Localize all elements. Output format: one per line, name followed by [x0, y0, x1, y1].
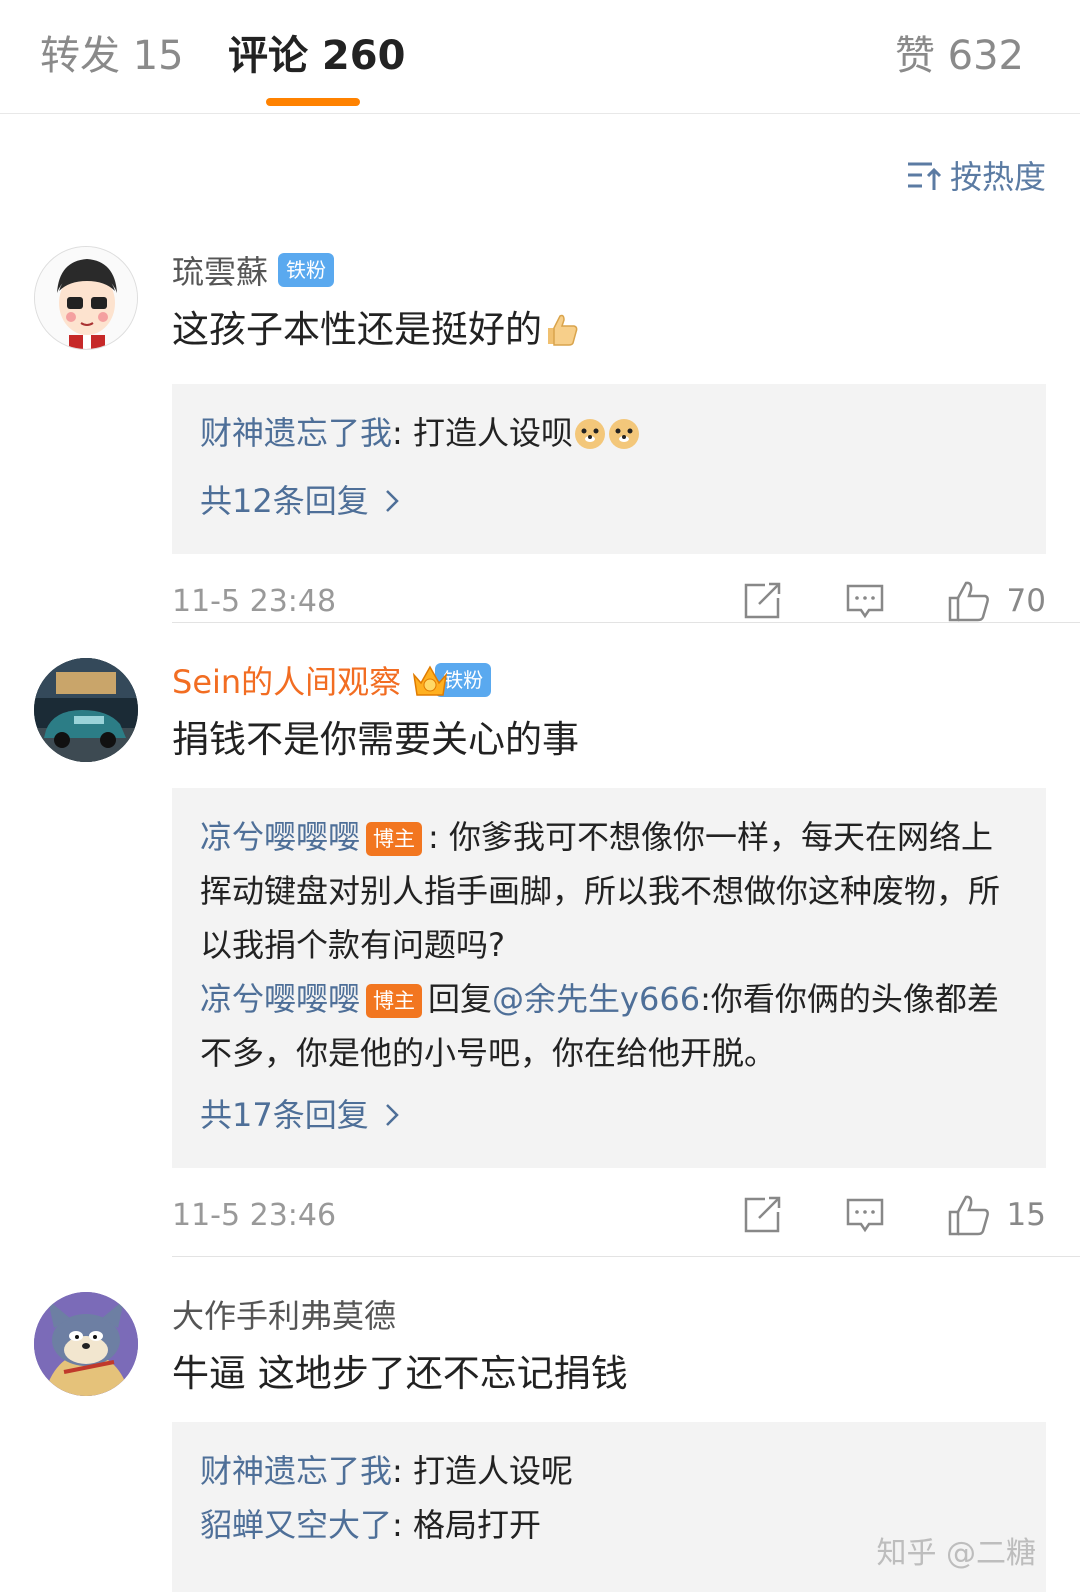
- watermark: 知乎 @二糖: [876, 1536, 1036, 1571]
- tab-like[interactable]: 赞 632: [895, 30, 1024, 82]
- reply-to-label: 回复: [428, 980, 493, 1018]
- username[interactable]: 大作手利弗莫德: [172, 1291, 396, 1337]
- reply-line: 凉兮嘤嘤嘤 博主 回复@余先生y666:你看你俩的头像都差不多，你是他的小号吧，你在…: [200, 972, 1018, 1080]
- chevron-right-icon: [385, 1104, 399, 1126]
- sort-label: 按热度: [949, 158, 1046, 196]
- chevron-right-icon: [385, 490, 399, 512]
- reply-username[interactable]: 财神遗忘了我: [200, 414, 392, 452]
- fan-badge: 铁粉: [278, 253, 335, 287]
- thumbs-up-emoji-icon: [542, 310, 580, 362]
- reply-line: 财神遗忘了我: 打造人设呗: [200, 406, 1018, 466]
- like-button[interactable]: 70: [947, 580, 1046, 622]
- replies-count-label: 共17条回复: [200, 1096, 369, 1134]
- username[interactable]: Sein的人间观察: [172, 657, 401, 703]
- comment-text: 这孩子本性还是挺好的: [172, 304, 1046, 362]
- like-count: 15: [1006, 1197, 1046, 1233]
- like-button[interactable]: 15: [947, 1194, 1046, 1236]
- replies-count-label: 共12条回复: [200, 482, 369, 520]
- comment-time: 11-5 23:46: [172, 1197, 337, 1233]
- sort-by-hot-button[interactable]: 按热度: [906, 152, 1046, 198]
- comment-body: Sein的人间观察 铁粉 捐钱不是你需要关心的事 凉兮嘤嘤嘤 博主: 你爹我可不想…: [172, 656, 1046, 1260]
- comment-text: 捐钱不是你需要关心的事: [172, 718, 579, 761]
- reply-line: 凉兮嘤嘤嘤 博主: 你爹我可不想像你一样，每天在网络上挥动键盘对别人指手画脚，所以…: [200, 810, 1018, 972]
- reply-text: : 打造人设呢: [392, 1452, 573, 1490]
- crown-icon: [411, 663, 448, 697]
- reply-comment-icon[interactable]: [845, 1196, 885, 1234]
- comment-meta: 11-5 23:48 70: [172, 556, 1046, 646]
- comment-time: 11-5 23:48: [172, 583, 337, 619]
- sort-icon: [907, 162, 942, 190]
- reply-username[interactable]: 貂蝉又空大了: [200, 1506, 392, 1544]
- tab-comment[interactable]: 评论 260: [228, 30, 405, 82]
- tab-repost[interactable]: 转发 15: [40, 30, 184, 82]
- divider: [172, 622, 1080, 623]
- host-badge: 博主: [366, 822, 423, 856]
- share-icon[interactable]: [743, 1196, 783, 1234]
- reply-preview-box[interactable]: 财神遗忘了我: 打造人设呗 共12条回复: [172, 384, 1046, 554]
- avatar[interactable]: [34, 246, 138, 350]
- reply-preview-box[interactable]: 凉兮嘤嘤嘤 博主: 你爹我可不想像你一样，每天在网络上挥动键盘对别人指手画脚，所以…: [172, 788, 1046, 1168]
- share-icon[interactable]: [743, 582, 783, 620]
- reply-username[interactable]: 财神遗忘了我: [200, 1452, 392, 1490]
- avatar[interactable]: [34, 658, 138, 762]
- reply-text: : 打造人设呗: [392, 414, 573, 452]
- view-all-replies-link[interactable]: 共17条回复: [200, 1088, 1018, 1142]
- reply-username[interactable]: 凉兮嘤嘤嘤: [200, 980, 360, 1018]
- like-count: 70: [1006, 583, 1046, 619]
- reply-line: 财神遗忘了我: 打造人设呢: [200, 1444, 1018, 1498]
- doge-emoji-icon: [573, 412, 607, 466]
- username[interactable]: 琉雲蘇: [172, 247, 268, 293]
- comment-body: 琉雲蘇 铁粉 这孩子本性还是挺好的 财神遗忘了我: 打造人设呗 共12条回复 1…: [172, 246, 1046, 646]
- comment-text-content: 这孩子本性还是挺好的: [172, 308, 542, 351]
- avatar[interactable]: [34, 1292, 138, 1396]
- active-tab-indicator: [266, 98, 360, 106]
- reply-username[interactable]: 凉兮嘤嘤嘤: [200, 818, 360, 856]
- comment-text: 牛逼 这地步了还不忘记捐钱: [172, 1352, 628, 1395]
- divider: [172, 1256, 1080, 1257]
- comment-tabs: 转发 15 评论 260 赞 632: [0, 0, 1080, 114]
- reply-comment-icon[interactable]: [845, 582, 885, 620]
- mention-link[interactable]: @余先生y666: [492, 980, 700, 1018]
- comment-meta: 11-5 23:46 15: [172, 1170, 1046, 1260]
- doge-emoji-icon: [607, 412, 641, 466]
- host-badge: 博主: [366, 984, 423, 1018]
- reply-text: : 格局打开: [392, 1506, 541, 1544]
- view-all-replies-link[interactable]: 共12条回复: [200, 474, 1018, 528]
